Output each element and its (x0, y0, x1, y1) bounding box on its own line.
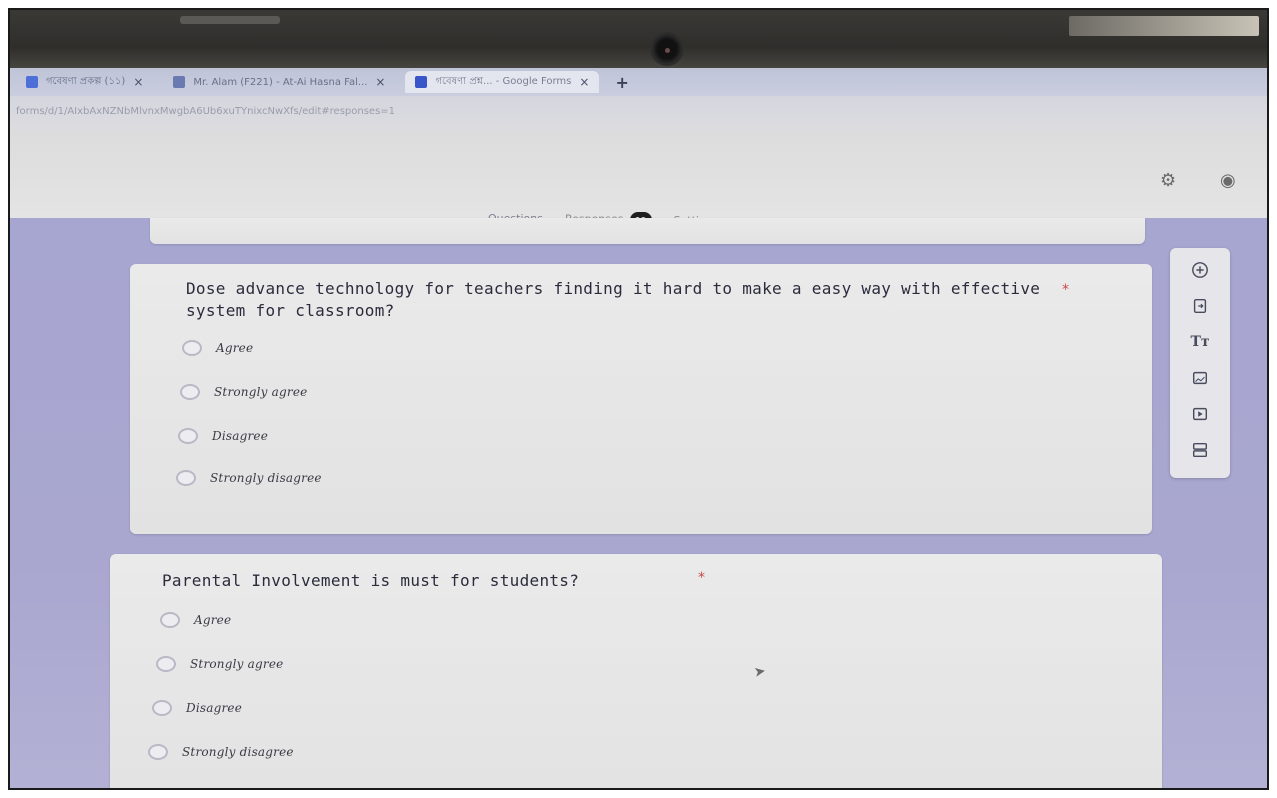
option-label: Strongly agree (214, 385, 308, 399)
option-label: Disagree (212, 429, 268, 443)
section-icon[interactable] (1187, 438, 1213, 462)
radio-button[interactable] (182, 340, 202, 356)
tab-label: Mr. Alam (F221) - At-Ai Hasna Fal... (193, 76, 368, 88)
option-strongly-agree[interactable]: Strongly agree (180, 384, 307, 400)
laptop-bezel (10, 10, 1267, 72)
option-label: Agree (216, 341, 254, 355)
radio-button[interactable] (176, 470, 196, 486)
option-agree[interactable]: Agree (160, 612, 231, 628)
mouse-cursor-icon: ➤ (752, 663, 768, 681)
title-description-icon[interactable]: Tт (1187, 330, 1213, 354)
radio-button[interactable] (156, 656, 176, 672)
required-asterisk: * (1062, 282, 1069, 298)
photo-frame: গবেষণা প্রকল্প (১১) × Mr. Alam (F221) - … (8, 8, 1269, 790)
bezel-strip-left (180, 16, 280, 24)
browser-tab-2[interactable]: Mr. Alam (F221) - At-Ai Hasna Fal... × (163, 71, 395, 93)
favicon-icon (26, 76, 38, 88)
floating-toolbar: Tт (1170, 248, 1230, 478)
radio-button[interactable] (152, 700, 172, 716)
forms-favicon-icon (415, 76, 428, 88)
question-card-1[interactable]: Dose advance technology for teachers fin… (130, 264, 1152, 534)
radio-button[interactable] (148, 744, 168, 760)
add-question-icon[interactable] (1187, 258, 1213, 282)
screen: গবেষণা প্রকল্প (১১) × Mr. Alam (F221) - … (10, 68, 1267, 788)
question-card-2[interactable]: Parental Involvement is must for student… (110, 554, 1162, 788)
radio-button[interactable] (160, 612, 180, 628)
option-label: Agree (194, 613, 232, 627)
option-label: Strongly disagree (182, 745, 294, 759)
form-canvas: Dose advance technology for teachers fin… (10, 218, 1267, 788)
question-title[interactable]: Parental Involvement is must for student… (162, 570, 922, 592)
required-asterisk: * (698, 570, 705, 586)
option-disagree[interactable]: Disagree (178, 428, 268, 444)
close-icon[interactable]: × (133, 75, 143, 89)
bezel-strip-right (1069, 16, 1259, 36)
address-bar[interactable]: forms/d/1/AIxbAxNZNbMlvnxMwgbA6Ub6xuTYni… (10, 96, 1267, 130)
browser-tab-3[interactable]: গবেষণা প্রশ্ন... - Google Forms × (405, 71, 600, 93)
browser-tab-bar: গবেষণা প্রকল্প (১১) × Mr. Alam (F221) - … (10, 68, 1267, 96)
new-tab-button[interactable]: + (609, 73, 634, 92)
radio-button[interactable] (178, 428, 198, 444)
browser-tab-1[interactable]: গবেষণা প্রকল্প (১১) × (16, 71, 153, 93)
option-label: Strongly agree (190, 657, 284, 671)
image-icon[interactable] (1187, 366, 1213, 390)
forms-header: ⚙ ◉ — — — — Questions Responses90 Settin… (10, 130, 1267, 234)
option-strongly-disagree[interactable]: Strongly disagree (148, 744, 294, 760)
video-icon[interactable] (1187, 402, 1213, 426)
close-icon[interactable]: × (579, 75, 589, 89)
webcam-led (665, 48, 670, 53)
option-disagree[interactable]: Disagree (152, 700, 242, 716)
option-label: Strongly disagree (210, 471, 322, 485)
option-label: Disagree (186, 701, 242, 715)
title-tool-label: Tт (1190, 334, 1210, 350)
palette-icon[interactable]: ⚙ (1160, 170, 1176, 191)
option-strongly-disagree[interactable]: Strongly disagree (176, 470, 322, 486)
preview-eye-icon[interactable]: ◉ (1220, 170, 1236, 191)
tab-label: গবেষণা প্রশ্ন... - Google Forms (435, 75, 572, 87)
close-icon[interactable]: × (375, 75, 385, 89)
option-strongly-agree[interactable]: Strongly agree (156, 656, 283, 672)
favicon-icon (173, 76, 186, 88)
tab-label: গবেষণা প্রকল্প (১১) (46, 75, 126, 87)
radio-button[interactable] (180, 384, 200, 400)
import-questions-icon[interactable] (1187, 294, 1213, 318)
question-title[interactable]: Dose advance technology for teachers fin… (186, 278, 1046, 322)
url-text: forms/d/1/AIxbAxNZNbMlvnxMwgbA6Ub6xuTYni… (16, 106, 396, 117)
option-agree[interactable]: Agree (182, 340, 253, 356)
previous-question-card[interactable] (150, 218, 1145, 244)
